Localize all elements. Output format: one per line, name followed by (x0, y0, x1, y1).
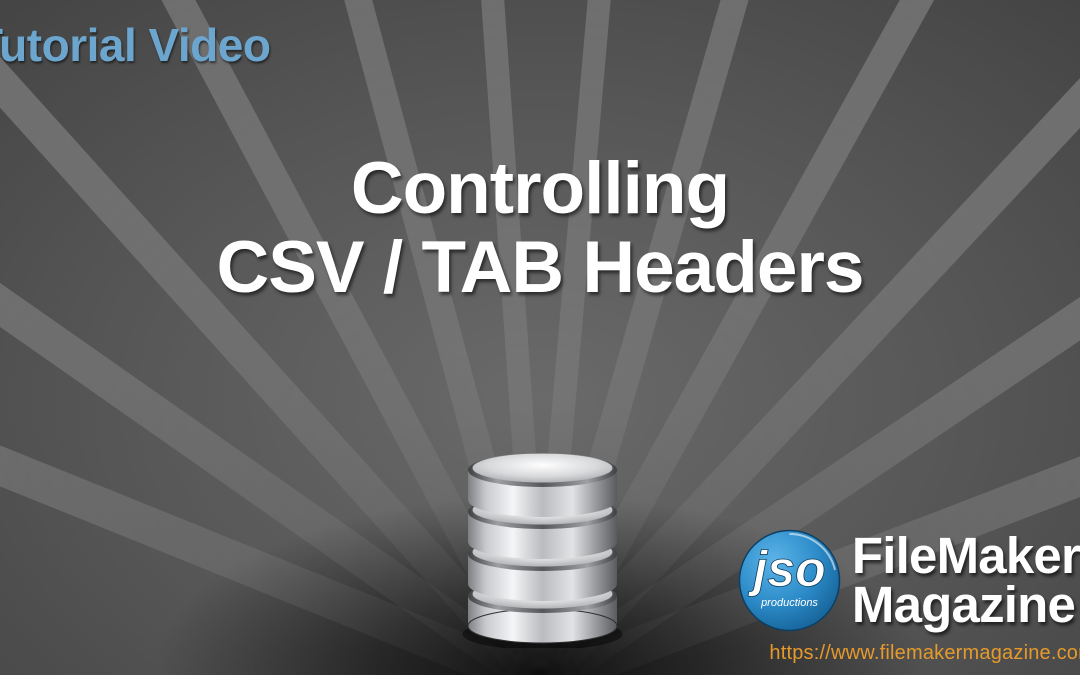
database-icon (460, 448, 625, 648)
promo-stage: Tutorial Video Controlling CSV / TAB Hea… (0, 0, 1080, 675)
svg-text:productions: productions (760, 597, 818, 609)
svg-text:jso: jso (747, 541, 825, 597)
brand-line-1: FileMaker (852, 532, 1080, 580)
producer-badge-icon: jso productions (737, 528, 842, 633)
main-title: Controlling CSV / TAB Headers (0, 150, 1080, 308)
brand-name: FileMaker Magazine (852, 532, 1080, 629)
brand-line-2: Magazine (852, 581, 1080, 629)
title-line-2: CSV / TAB Headers (217, 227, 864, 308)
site-url: https://www.filemakermagazine.com (769, 642, 1080, 665)
producer-logo-block: jso productions FileMaker Magazine (737, 528, 1080, 633)
title-line-1: Controlling (351, 148, 729, 229)
category-label: Tutorial Video (0, 18, 270, 72)
